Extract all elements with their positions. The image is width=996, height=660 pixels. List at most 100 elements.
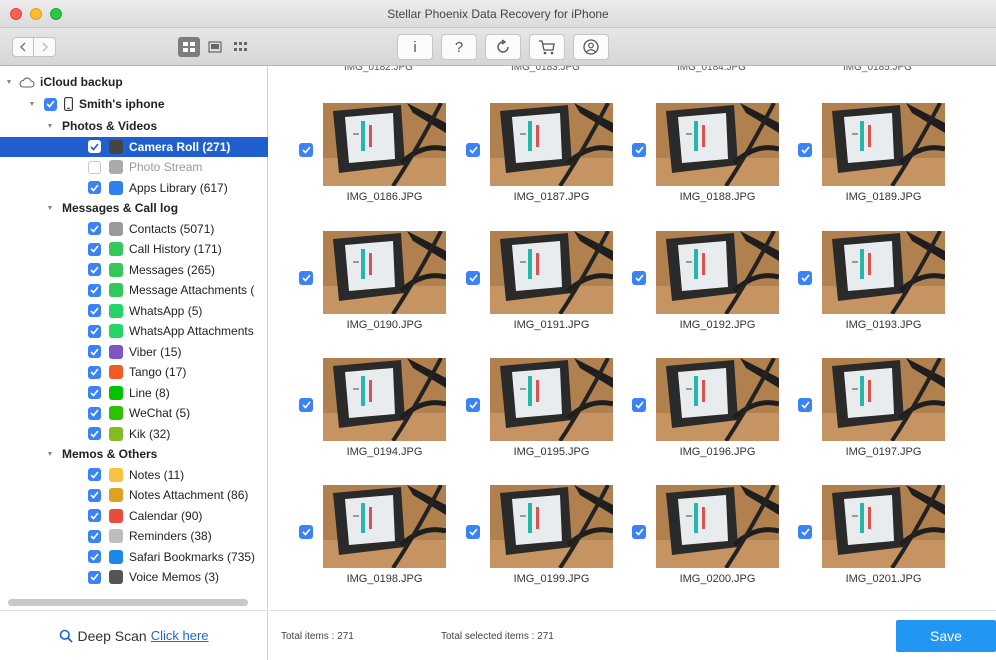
photo-tile[interactable]: IMG_0186.JPG — [299, 103, 459, 213]
tree-item-camera-roll[interactable]: Camera Roll (271) — [0, 136, 268, 157]
item-checkbox[interactable] — [88, 365, 101, 379]
refresh-button[interactable] — [485, 34, 521, 60]
photo-thumbnail[interactable] — [323, 103, 446, 186]
device-checkbox[interactable] — [44, 97, 57, 111]
tree-item-message-attachments[interactable]: Message Attachments ( — [0, 280, 268, 300]
tree-item-whatsapp[interactable]: WhatsApp (5) — [0, 301, 268, 321]
tree-item-reminders[interactable]: Reminders (38) — [0, 526, 268, 546]
photo-tile[interactable]: IMG_0188.JPG — [632, 103, 792, 213]
photo-tile[interactable]: IMG_0194.JPG — [299, 358, 459, 468]
tree-group[interactable]: ▼ Messages & Call log — [0, 198, 268, 218]
photo-checkbox[interactable] — [299, 143, 313, 157]
item-checkbox[interactable] — [88, 570, 101, 584]
photo-checkbox[interactable] — [798, 143, 812, 157]
disclosure-triangle-icon[interactable]: ▼ — [44, 205, 56, 212]
tree-item-phone[interactable]: Call History (171) — [0, 239, 268, 259]
photo-tile[interactable]: IMG_0197.JPG — [798, 358, 958, 468]
item-checkbox[interactable] — [88, 160, 101, 174]
photo-checkbox[interactable] — [632, 525, 646, 539]
photo-checkbox[interactable] — [299, 271, 313, 285]
deep-scan-link[interactable]: Click here — [151, 628, 209, 643]
cart-button[interactable] — [529, 34, 565, 60]
small-grid-view-button[interactable] — [230, 37, 252, 57]
item-checkbox[interactable] — [88, 283, 101, 297]
item-checkbox[interactable] — [88, 550, 101, 563]
item-checkbox[interactable] — [88, 386, 101, 399]
photo-checkbox[interactable] — [798, 525, 812, 539]
tree-item-whatsapp-attachments[interactable]: WhatsApp Attachments — [0, 321, 268, 341]
save-button[interactable]: Save — [896, 620, 996, 652]
photo-thumbnail[interactable] — [822, 231, 945, 314]
disclosure-triangle-icon[interactable]: ▼ — [44, 451, 56, 458]
account-button[interactable] — [573, 34, 609, 60]
photo-thumbnail[interactable] — [822, 358, 945, 441]
item-checkbox[interactable] — [88, 242, 101, 256]
photo-tile[interactable]: IMG_0200.JPG — [632, 485, 792, 595]
photo-tile[interactable]: IMG_0187.JPG — [466, 103, 626, 213]
photo-thumbnail[interactable] — [490, 485, 613, 568]
item-checkbox[interactable] — [88, 222, 101, 235]
tree-item-kik[interactable]: Kik (32) — [0, 424, 268, 444]
item-checkbox[interactable] — [88, 406, 101, 420]
photo-checkbox[interactable] — [632, 398, 646, 412]
sidebar-horizontal-scrollbar[interactable] — [8, 599, 248, 606]
photo-tile[interactable]: IMG_0199.JPG — [466, 485, 626, 595]
photo-thumbnail[interactable] — [490, 231, 613, 314]
info-button[interactable]: i — [397, 34, 433, 60]
photo-tile[interactable]: IMG_0189.JPG — [798, 103, 958, 213]
item-checkbox[interactable] — [88, 304, 101, 317]
tree-item-photo-stream[interactable]: Photo Stream — [0, 157, 268, 177]
large-grid-view-button[interactable] — [178, 37, 200, 57]
photo-thumbnail[interactable] — [656, 103, 779, 186]
photo-checkbox[interactable] — [466, 398, 480, 412]
tree-item-line[interactable]: Line (8) — [0, 383, 268, 403]
photo-thumbnail[interactable] — [822, 103, 945, 186]
close-window-button[interactable] — [10, 8, 22, 20]
photo-checkbox[interactable] — [466, 143, 480, 157]
item-checkbox[interactable] — [88, 427, 101, 440]
help-button[interactable]: ? — [441, 34, 477, 60]
photo-tile[interactable]: IMG_0201.JPG — [798, 485, 958, 595]
photo-tile[interactable]: IMG_0195.JPG — [466, 358, 626, 468]
tree-item-notes-attachment[interactable]: Notes Attachment (86) — [0, 485, 268, 505]
tree-group[interactable]: ▼ Memos & Others — [0, 444, 268, 464]
photo-checkbox[interactable] — [299, 525, 313, 539]
photo-thumbnail[interactable] — [490, 358, 613, 441]
photo-thumbnail[interactable] — [822, 485, 945, 568]
tree-item-messages[interactable]: Messages (265) — [0, 260, 268, 280]
item-checkbox[interactable] — [88, 529, 101, 543]
tree-root-icloud[interactable]: ▼ iCloud backup — [0, 72, 268, 92]
photo-checkbox[interactable] — [798, 398, 812, 412]
photo-checkbox[interactable] — [632, 271, 646, 285]
forward-button[interactable] — [34, 37, 56, 57]
photo-checkbox[interactable] — [299, 398, 313, 412]
detail-view-button[interactable] — [204, 37, 226, 57]
back-button[interactable] — [12, 37, 34, 57]
tree-device[interactable]: ▼ Smith's iphone — [0, 94, 268, 114]
tree-item-wechat[interactable]: WeChat (5) — [0, 403, 268, 423]
tree-item-tango[interactable]: Tango (17) — [0, 362, 268, 382]
item-checkbox[interactable] — [88, 324, 101, 338]
disclosure-triangle-icon[interactable]: ▼ — [26, 101, 38, 108]
photo-thumbnail[interactable] — [656, 231, 779, 314]
photo-tile[interactable]: IMG_0190.JPG — [299, 231, 459, 341]
item-checkbox[interactable] — [88, 509, 101, 522]
photo-tile[interactable]: IMG_0193.JPG — [798, 231, 958, 341]
photo-thumbnail[interactable] — [323, 485, 446, 568]
tree-item-calendar[interactable]: Calendar (90) — [0, 506, 268, 526]
photo-thumbnail[interactable] — [323, 358, 446, 441]
photo-thumbnail[interactable] — [323, 231, 446, 314]
tree-item-apps-library[interactable]: Apps Library (617) — [0, 178, 268, 198]
tree-item-notes[interactable]: Notes (11) — [0, 465, 268, 485]
tree-item-contacts[interactable]: Contacts (5071) — [0, 219, 268, 239]
photo-tile[interactable]: IMG_0196.JPG — [632, 358, 792, 468]
tree-item-safari[interactable]: Safari Bookmarks (735) — [0, 547, 268, 567]
photo-tile[interactable]: IMG_0191.JPG — [466, 231, 626, 341]
item-checkbox[interactable] — [88, 488, 101, 502]
photo-thumbnail[interactable] — [656, 485, 779, 568]
zoom-window-button[interactable] — [50, 8, 62, 20]
item-checkbox[interactable] — [88, 140, 101, 153]
photo-tile[interactable]: IMG_0198.JPG — [299, 485, 459, 595]
photo-checkbox[interactable] — [466, 525, 480, 539]
item-checkbox[interactable] — [88, 181, 101, 194]
